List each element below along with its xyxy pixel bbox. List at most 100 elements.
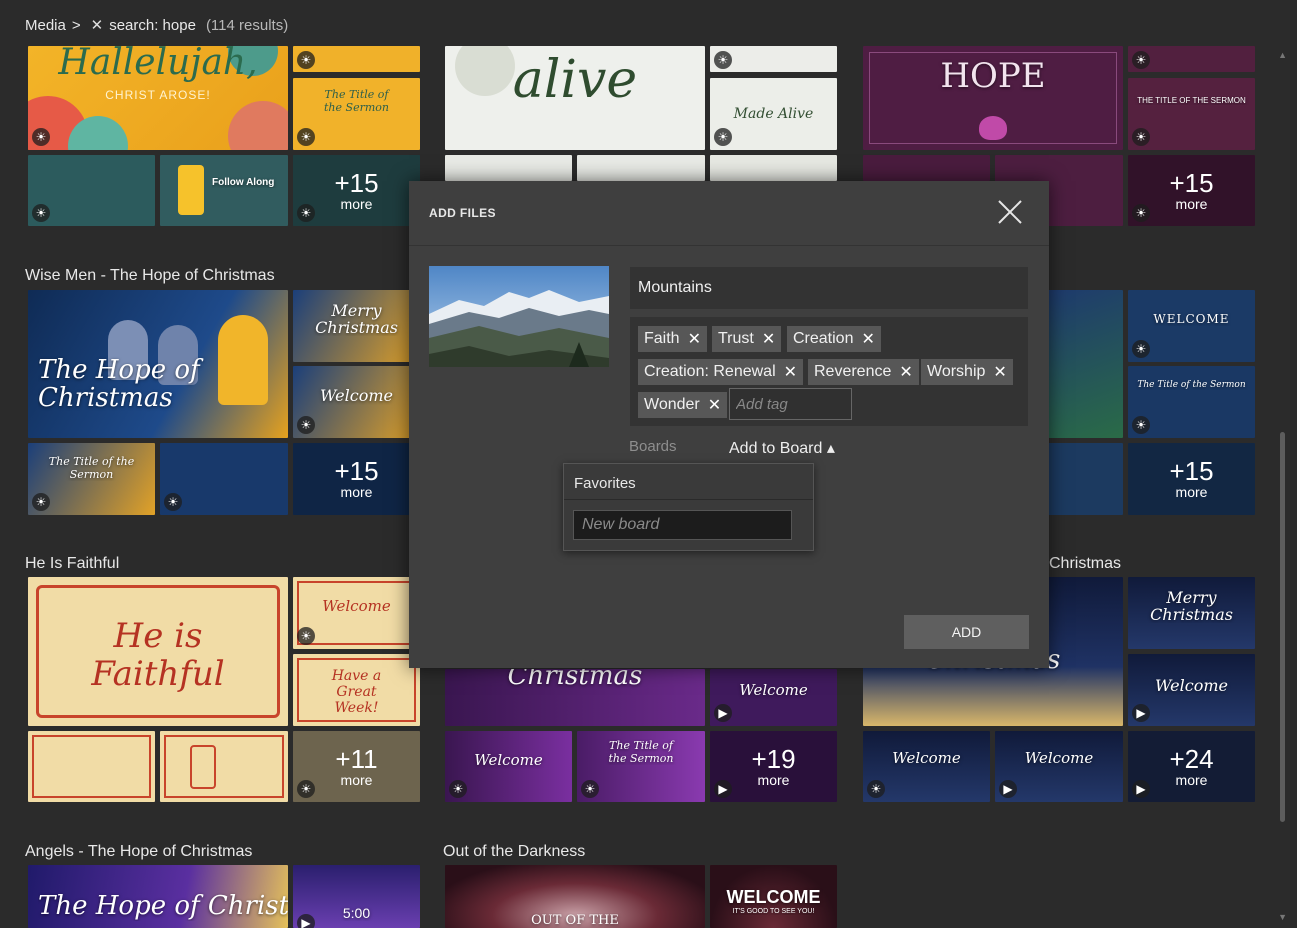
tag-remove-icon[interactable]: ✕ [762,329,775,349]
alive-thumb-2[interactable]: Made Alive ☀ [710,78,837,150]
title-sermon-text: The Title of the Sermon [48,455,135,481]
angels-main-tile[interactable]: The Hope of Christmas [28,865,288,928]
night-christmas-thumb-2[interactable]: Welcome ▶ [1128,654,1255,726]
sun-icon: ☀ [297,51,315,69]
breadcrumb-media[interactable]: Media [25,17,66,34]
sun-icon: ☀ [714,51,732,69]
hallelujah-thumb-2[interactable]: The Title of the Sermon ☀ [293,78,420,150]
hallelujah-thumb-4[interactable]: Follow Along [160,155,288,226]
more-label: more [1175,771,1208,788]
wise-men-thumb-3[interactable]: The Title of the Sermon ☀ [28,443,155,515]
wise-men-main-tile[interactable]: The Hope of Christmas [28,290,288,438]
more-count: +15 [1169,456,1214,486]
sun-icon: ☀ [449,780,467,798]
tag-chip: Creation ✕ [787,326,881,352]
faithful-thumb-2[interactable]: Have a Great Week! [293,654,420,726]
christ-arose-text: CHRIST AROSE! [105,88,211,102]
alive-thumb-4[interactable] [577,155,705,181]
new-board-input[interactable] [573,510,792,540]
purple-christmas-main-tile[interactable]: Christmas [445,669,705,726]
tag-label: Wonder [644,396,700,413]
sun-icon: ☀ [297,128,315,146]
wise-men-thumb-1[interactable]: Merry Christmas [293,290,420,362]
title-sermon-text: The Title of the Sermon [324,88,389,114]
hallelujah-more-tile[interactable]: +15 more ☀ [293,155,420,226]
merry-christmas-text: Merry Christmas [315,302,398,336]
faithful-main-tile[interactable]: He is Faithful [28,577,288,726]
tag-remove-icon[interactable]: ✕ [861,329,874,349]
right-group-thumb-2[interactable]: The Title of the Sermon ☀ [1128,366,1255,438]
alive-thumb-1[interactable]: ☀ [710,46,837,72]
sun-icon: ☀ [32,128,50,146]
angels-thumb-1[interactable]: 5:00 ▶ [293,865,420,928]
welcome-text: Welcome [1155,676,1228,695]
faithful-thumb-4[interactable] [160,731,288,802]
wise-men-thumb-4[interactable]: ☀ [160,443,288,515]
play-icon: ▶ [1132,704,1150,722]
night-christmas-thumb-4[interactable]: Welcome ▶ [995,731,1123,802]
file-preview-image [429,266,609,367]
close-icon[interactable] [997,199,1023,225]
tag-label: Trust [718,330,754,347]
play-icon: ▶ [714,780,732,798]
tag-remove-icon[interactable]: ✕ [708,395,721,415]
group-title-angels[interactable]: Angels - The Hope of Christmas [25,843,252,861]
night-christmas-thumb-1[interactable]: Merry Christmas [1128,577,1255,649]
purple-christmas-thumb-1[interactable]: Welcome ▶ [710,669,837,726]
night-christmas-thumb-3[interactable]: Welcome ☀ [863,731,990,802]
hope-main-tile[interactable]: HOPE [863,46,1123,150]
tag-label: Reverence [814,363,892,380]
alive-thumb-3[interactable] [445,155,572,181]
group-title-christmas[interactable]: Christmas [1049,555,1121,573]
alive-thumb-5[interactable] [710,155,837,181]
purple-christmas-more-tile[interactable]: +19 more ▶ [710,731,837,802]
sun-icon: ☀ [1132,51,1150,69]
hope-thumb-3[interactable] [863,155,990,181]
group-title-out-of-the-darkness[interactable]: Out of the Darkness [443,843,585,861]
hope-thumb-2[interactable]: THE TITLE OF THE SERMON ☀ [1128,78,1255,150]
welcome-text: Welcome [1024,749,1094,767]
wise-men-thumb-2[interactable]: Welcome ☀ [293,366,420,438]
night-christmas-more-tile[interactable]: +24 more ▶ [1128,731,1255,802]
play-icon: ▶ [1132,780,1150,798]
darkness-thumb-1[interactable]: WELCOME IT'S GOOD TO SEE YOU! [710,865,837,928]
add-to-board-toggle[interactable]: Add to Board ▴ [729,438,835,458]
faithful-more-tile[interactable]: +11 more ☀ [293,731,420,802]
hallelujah-main-tile[interactable]: Hallelujah, CHRIST AROSE! ☀ [28,46,288,150]
alive-main-tile[interactable]: alive [445,46,705,150]
purple-christmas-thumb-2[interactable]: Welcome ☀ [445,731,572,802]
scroll-up-arrow-icon[interactable]: ▲ [1278,50,1287,60]
more-count: +24 [1169,743,1214,774]
group-title-wise-men[interactable]: Wise Men - The Hope of Christmas [25,267,275,285]
clear-search-icon[interactable]: ✕ [91,16,104,34]
right-group-main-tile[interactable] [1040,290,1123,438]
scrollbar-thumb[interactable] [1280,432,1285,822]
right-group-more-tile[interactable]: +15 more [1128,443,1255,515]
more-label: more [1175,484,1208,500]
tag-remove-icon[interactable]: ✕ [899,362,912,382]
tag-remove-icon[interactable]: ✕ [688,329,701,349]
merry-christmas-text: Merry Christmas [1150,589,1233,623]
purple-christmas-thumb-3[interactable]: The Title of the Sermon ☀ [577,731,705,802]
add-tag-input[interactable] [729,388,852,420]
board-option-favorites[interactable]: Favorites [574,475,636,492]
right-group-thumb-3[interactable] [1040,443,1123,515]
tag-remove-icon[interactable]: ✕ [784,362,797,382]
hallelujah-thumb-1[interactable]: ☀ [293,46,420,72]
more-count: +19 [751,743,796,774]
group-title-he-is-faithful[interactable]: He Is Faithful [25,555,119,573]
vertical-scrollbar[interactable] [1279,60,1287,910]
faithful-thumb-3[interactable] [28,731,155,802]
scroll-down-arrow-icon[interactable]: ▼ [1278,912,1287,922]
hope-more-tile[interactable]: +15 more ☀ [1128,155,1255,226]
result-count: (114 results) [205,16,289,34]
add-button[interactable]: ADD [904,615,1029,649]
hallelujah-thumb-3[interactable]: ☀ [28,155,155,226]
wise-men-more-tile[interactable]: +15 more [293,443,420,515]
hope-thumb-1[interactable]: ☀ [1128,46,1255,72]
tag-remove-icon[interactable]: ✕ [993,362,1006,382]
faithful-thumb-1[interactable]: Welcome ☀ [293,577,420,649]
file-name-field[interactable] [630,267,1028,309]
right-group-thumb-1[interactable]: WELCOME ☀ [1128,290,1255,362]
darkness-main-tile[interactable]: OUT OF THE [445,865,705,928]
